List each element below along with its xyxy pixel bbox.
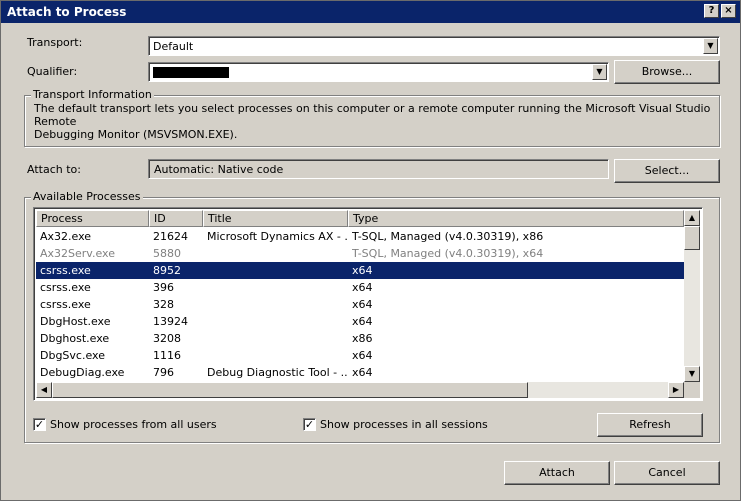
cell-id: 5880 bbox=[153, 247, 181, 260]
column-header-process[interactable]: Process bbox=[36, 210, 149, 227]
horizontal-scroll-thumb[interactable] bbox=[52, 382, 528, 398]
cell-type: x64 bbox=[352, 281, 373, 294]
cell-process: Dbghost.exe bbox=[40, 332, 110, 345]
cell-id: 1116 bbox=[153, 349, 181, 362]
cell-id: 8952 bbox=[153, 264, 181, 277]
table-row[interactable]: Ax32.exe 21624 Microsoft Dynamics AX - ...… bbox=[36, 228, 684, 245]
cell-type: x64 bbox=[352, 264, 373, 277]
cell-type: x64 bbox=[352, 315, 373, 328]
table-row[interactable]: Ax32Serv.exe 5880 T-SQL, Managed (v4.0.303… bbox=[36, 245, 684, 262]
qualifier-label: Qualifier: bbox=[27, 65, 78, 78]
qualifier-input[interactable]: ▼ bbox=[148, 62, 609, 82]
transport-information-text: The default transport lets you select pr… bbox=[34, 102, 719, 141]
all-users-label[interactable]: Show processes from all users bbox=[50, 418, 217, 431]
transport-label: Transport: bbox=[27, 36, 83, 49]
horizontal-scrollbar[interactable]: ◀ ▶ bbox=[36, 382, 684, 398]
table-row[interactable]: csrss.exe 8952 x64 bbox=[36, 262, 684, 279]
cell-process: csrss.exe bbox=[40, 298, 91, 311]
help-button[interactable]: ? bbox=[704, 4, 719, 18]
available-processes-title: Available Processes bbox=[31, 190, 143, 203]
check-icon: ✓ bbox=[34, 418, 45, 431]
cell-id: 13924 bbox=[153, 315, 188, 328]
scrollbar-corner bbox=[684, 382, 700, 398]
table-row[interactable]: DbgSvc.exe 1116 x64 bbox=[36, 347, 684, 364]
cell-type: x64 bbox=[352, 366, 373, 379]
cell-process: DebugDiag.exe bbox=[40, 366, 125, 379]
close-button[interactable]: × bbox=[721, 4, 736, 18]
select-button[interactable]: Select... bbox=[614, 159, 720, 183]
scroll-up-icon[interactable]: ▲ bbox=[684, 210, 700, 226]
vertical-scroll-thumb[interactable] bbox=[684, 226, 700, 250]
cell-id: 21624 bbox=[153, 230, 188, 243]
refresh-button[interactable]: Refresh bbox=[597, 413, 703, 437]
check-icon: ✓ bbox=[304, 418, 315, 431]
transport-info-line-1: The default transport lets you select pr… bbox=[34, 102, 711, 128]
cell-process: csrss.exe bbox=[40, 264, 91, 277]
transport-information-title: Transport Information bbox=[31, 88, 154, 101]
vertical-scrollbar[interactable]: ▲ ▼ bbox=[684, 210, 700, 382]
attach-to-value: Automatic: Native code bbox=[154, 163, 284, 176]
cell-id: 3208 bbox=[153, 332, 181, 345]
cell-process: DbgSvc.exe bbox=[40, 349, 105, 362]
chevron-down-icon[interactable]: ▼ bbox=[592, 64, 607, 80]
window-title: Attach to Process bbox=[7, 5, 127, 19]
chevron-down-icon[interactable]: ▼ bbox=[703, 38, 718, 54]
attach-button[interactable]: Attach bbox=[504, 461, 610, 485]
cell-type: T-SQL, Managed (v4.0.30319), x86 bbox=[352, 230, 544, 243]
cell-process: Ax32Serv.exe bbox=[40, 247, 115, 260]
transport-value: Default bbox=[153, 40, 194, 53]
all-sessions-label[interactable]: Show processes in all sessions bbox=[320, 418, 488, 431]
column-header-type[interactable]: Type bbox=[348, 210, 684, 227]
cell-process: csrss.exe bbox=[40, 281, 91, 294]
attach-to-label: Attach to: bbox=[27, 163, 81, 176]
cell-id: 396 bbox=[153, 281, 174, 294]
table-row[interactable]: DebugDiag.exe 796 Debug Diagnostic Tool - … bbox=[36, 364, 684, 381]
scroll-down-icon[interactable]: ▼ bbox=[684, 366, 700, 382]
browse-button[interactable]: Browse... bbox=[614, 60, 720, 84]
transport-information-group: Transport Information The default transp… bbox=[24, 88, 720, 147]
table-row[interactable]: Dbghost.exe 3208 x86 bbox=[36, 330, 684, 347]
cell-type: x64 bbox=[352, 298, 373, 311]
all-sessions-checkbox[interactable]: ✓ bbox=[303, 418, 316, 431]
table-row[interactable]: csrss.exe 328 x64 bbox=[36, 296, 684, 313]
cell-title: Microsoft Dynamics AX - ... bbox=[207, 230, 347, 243]
table-row[interactable]: csrss.exe 396 x64 bbox=[36, 279, 684, 296]
cell-id: 796 bbox=[153, 366, 174, 379]
cell-type: x86 bbox=[352, 332, 373, 345]
title-bar[interactable]: Attach to Process ? × bbox=[1, 1, 740, 23]
cell-title: Debug Diagnostic Tool - ... bbox=[207, 366, 347, 379]
transport-info-line-2: Debugging Monitor (MSVSMON.EXE). bbox=[34, 128, 238, 141]
cell-process: Ax32.exe bbox=[40, 230, 92, 243]
cell-type: x64 bbox=[352, 349, 373, 362]
redacted-qualifier-value bbox=[153, 67, 229, 78]
scroll-left-icon[interactable]: ◀ bbox=[36, 382, 52, 398]
column-header-title[interactable]: Title bbox=[203, 210, 348, 227]
cell-type: T-SQL, Managed (v4.0.30319), x64 bbox=[352, 247, 544, 260]
scroll-right-icon[interactable]: ▶ bbox=[668, 382, 684, 398]
attach-to-process-dialog: Attach to Process ? × Transport: Default… bbox=[0, 0, 741, 501]
cell-process: DbgHost.exe bbox=[40, 315, 111, 328]
table-row[interactable]: DbgHost.exe 13924 x64 bbox=[36, 313, 684, 330]
transport-select[interactable]: Default ▼ bbox=[148, 36, 720, 56]
process-list[interactable]: Process ID Title Type Ax32.exe 21624 Micro… bbox=[33, 207, 703, 401]
cell-id: 328 bbox=[153, 298, 174, 311]
column-header-id[interactable]: ID bbox=[149, 210, 203, 227]
attach-to-field: Automatic: Native code bbox=[148, 159, 609, 179]
all-users-checkbox[interactable]: ✓ bbox=[33, 418, 46, 431]
cancel-button[interactable]: Cancel bbox=[614, 461, 720, 485]
